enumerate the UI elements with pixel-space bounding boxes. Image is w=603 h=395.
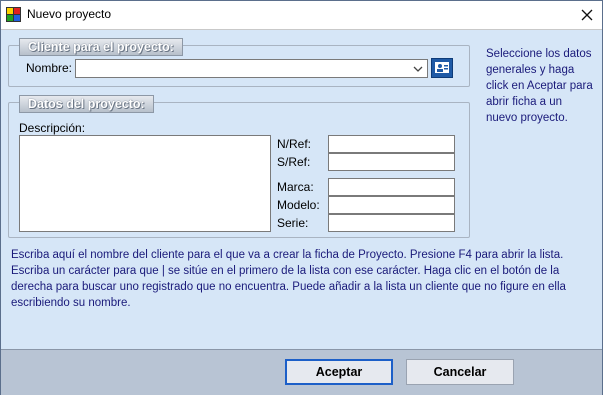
- close-icon: [581, 9, 593, 21]
- dialog-content: Cliente para el proyecto: Nombre: Datos …: [1, 30, 602, 349]
- side-help-text: Seleccione los datos generales y haga cl…: [486, 48, 593, 124]
- datos-group: Datos del proyecto: Descripción: N/Ref: …: [8, 95, 470, 238]
- cancel-button[interactable]: Cancelar: [406, 359, 514, 385]
- cliente-group: Cliente para el proyecto: Nombre:: [8, 38, 470, 87]
- marca-label: Marca:: [277, 180, 314, 194]
- contact-card-icon: [435, 62, 449, 73]
- nombre-combobox[interactable]: [75, 59, 428, 78]
- sref-label: S/Ref:: [277, 155, 311, 169]
- nombre-label: Nombre:: [26, 61, 73, 75]
- chevron-down-icon: [413, 66, 423, 72]
- marca-input[interactable]: [328, 178, 455, 196]
- accept-button[interactable]: Aceptar: [285, 359, 393, 385]
- dialog-window: Nuevo proyecto Cliente para el proyecto:…: [0, 0, 603, 395]
- dropdown-button[interactable]: [410, 61, 426, 77]
- datos-legend: Datos del proyecto:: [19, 95, 154, 113]
- serie-input[interactable]: [328, 214, 455, 232]
- cliente-legend: Cliente para el proyecto:: [19, 38, 183, 56]
- nref-input[interactable]: [328, 135, 455, 153]
- close-button[interactable]: [572, 1, 602, 29]
- descripcion-label: Descripción:: [19, 121, 86, 135]
- search-client-button[interactable]: [431, 58, 453, 78]
- descripcion-textarea[interactable]: [19, 135, 271, 232]
- bottom-help-text: Escriba aquí el nombre del cliente para …: [11, 249, 566, 309]
- title-bar: Nuevo proyecto: [1, 1, 602, 30]
- button-bar: Aceptar Cancelar: [1, 349, 602, 395]
- modelo-input[interactable]: [328, 196, 455, 214]
- window-title: Nuevo proyecto: [27, 7, 112, 21]
- app-grid-icon: [6, 7, 21, 22]
- modelo-label: Modelo:: [277, 198, 320, 212]
- sref-input[interactable]: [328, 153, 455, 171]
- serie-label: Serie:: [277, 216, 309, 230]
- nref-label: N/Ref:: [277, 137, 312, 151]
